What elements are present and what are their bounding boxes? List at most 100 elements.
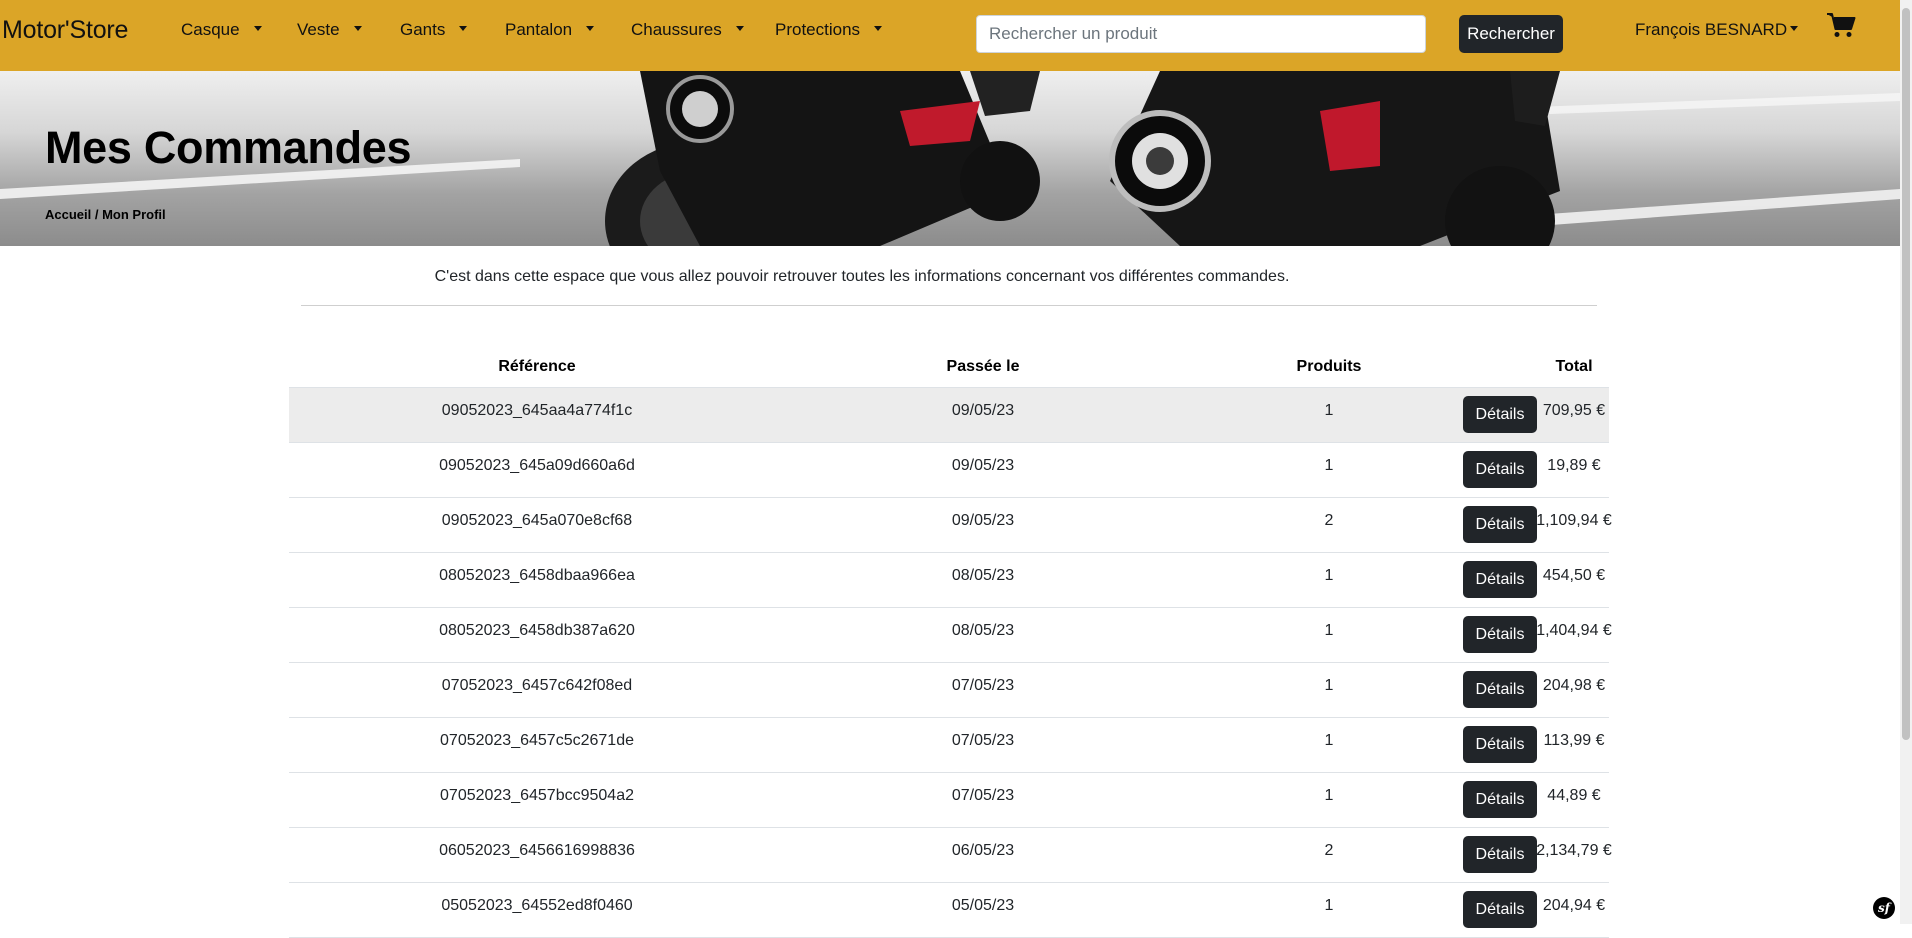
details-button[interactable]: Détails — [1463, 616, 1537, 653]
order-total: 113,99 € — [1543, 732, 1605, 749]
nav-label: Pantalon — [505, 20, 573, 39]
order-total: 709,95 € — [1542, 402, 1606, 419]
order-total: 2,134,79 € — [1536, 842, 1612, 859]
order-reference: 09052023_645a09d660a6d — [439, 457, 635, 474]
table-row: 08052023_6458db387a620 08/05/23 1 1,404,… — [289, 608, 1612, 663]
divider — [301, 305, 1597, 306]
details-button[interactable]: Détails — [1463, 396, 1537, 433]
navbar: Motor'Store Casque Veste Gants Pantalon … — [0, 0, 1912, 71]
page-scrollbar[interactable] — [1900, 0, 1912, 924]
scrollbar-thumb[interactable] — [1902, 8, 1910, 740]
table-row: 09052023_645a070e8cf68 09/05/23 2 1,109,… — [289, 498, 1612, 553]
nav-gants[interactable]: Gants — [400, 20, 468, 40]
details-button[interactable]: Détails — [1463, 561, 1537, 598]
nav-pantalon[interactable]: Pantalon — [505, 20, 595, 40]
order-date: 08/05/23 — [951, 622, 1015, 639]
order-products: 1 — [1324, 677, 1334, 694]
nav-label: Chaussures — [631, 20, 722, 39]
nav-protections[interactable]: Protections — [775, 20, 883, 40]
order-total: 454,50 € — [1542, 567, 1606, 584]
user-name: François BESNARD — [1635, 20, 1788, 39]
table-row: 07052023_6457c5c2671de 07/05/23 1 113,99… — [289, 718, 1609, 773]
table-row: 07052023_6457c642f08ed 07/05/23 1 204,98… — [289, 663, 1609, 718]
order-total: 204,94 € — [1542, 897, 1606, 914]
header-total: Total — [1555, 358, 1593, 375]
caret-down-icon — [459, 26, 468, 32]
caret-down-icon — [1790, 26, 1799, 32]
search-input[interactable] — [976, 15, 1426, 53]
header-reference: Référence — [498, 358, 576, 375]
order-reference: 08052023_6458db387a620 — [439, 622, 635, 639]
header-products: Produits — [1296, 358, 1362, 375]
order-date: 09/05/23 — [951, 457, 1015, 474]
order-products: 2 — [1324, 842, 1334, 859]
breadcrumb-home[interactable]: Accueil — [45, 207, 91, 222]
order-reference: 07052023_6457c642f08ed — [441, 677, 633, 694]
symfony-icon[interactable]: sf — [1873, 897, 1895, 919]
order-products: 1 — [1324, 567, 1334, 584]
order-total: 204,98 € — [1542, 677, 1606, 694]
order-products: 1 — [1324, 457, 1334, 474]
order-products: 1 — [1324, 897, 1334, 914]
table-row: 05052023_64552ed8f0460 05/05/23 1 204,94… — [289, 883, 1609, 938]
details-button[interactable]: Détails — [1463, 836, 1537, 873]
breadcrumb-current[interactable]: Mon Profil — [102, 207, 166, 222]
nav-label: Gants — [400, 20, 446, 39]
table-row: 08052023_6458dbaa966ea 08/05/23 1 454,50… — [289, 553, 1609, 608]
order-products: 1 — [1324, 622, 1334, 639]
order-reference: 07052023_6457c5c2671de — [440, 732, 634, 749]
table-row: 09052023_645a09d660a6d 09/05/23 1 19,89 … — [289, 443, 1609, 498]
caret-down-icon — [353, 26, 362, 32]
breadcrumb-separator: / — [91, 207, 103, 222]
table-row: 09052023_645aa4a774f1c 09/05/23 1 709,95… — [289, 387, 1609, 443]
cart-icon[interactable] — [1826, 11, 1856, 39]
nav-casque[interactable]: Casque — [181, 20, 262, 40]
order-date: 07/05/23 — [951, 677, 1015, 694]
intro-text: C'est dans cette espace que vous allez p… — [434, 268, 1290, 285]
details-button[interactable]: Détails — [1463, 451, 1537, 488]
order-total: 44,89 € — [1547, 787, 1601, 804]
order-products: 2 — [1324, 512, 1334, 529]
page-title: Mes Commandes — [45, 122, 412, 173]
brand-logo[interactable]: Motor'Store — [2, 16, 128, 45]
caret-down-icon — [735, 26, 744, 32]
user-menu[interactable]: François BESNARD — [1635, 20, 1799, 40]
order-date: 07/05/23 — [951, 787, 1015, 804]
table-row: 06052023_6456616998836 06/05/23 2 2,134,… — [289, 828, 1612, 883]
details-button[interactable]: Détails — [1463, 781, 1537, 818]
order-reference: 05052023_64552ed8f0460 — [441, 897, 633, 914]
order-reference: 09052023_645a070e8cf68 — [441, 512, 633, 529]
table-row: 07052023_6457bcc9504a2 07/05/23 1 44,89 … — [289, 773, 1609, 828]
order-date: 05/05/23 — [951, 897, 1015, 914]
order-reference: 07052023_6457bcc9504a2 — [440, 787, 634, 804]
caret-down-icon — [874, 26, 883, 32]
order-date: 08/05/23 — [951, 567, 1015, 584]
nav-label: Casque — [181, 20, 240, 39]
hero-banner: Mes Commandes Accueil / Mon Profil — [0, 71, 1900, 246]
order-products: 1 — [1324, 787, 1334, 804]
order-date: 09/05/23 — [951, 402, 1015, 419]
order-reference: 08052023_6458dbaa966ea — [439, 567, 635, 584]
search-button[interactable]: Rechercher — [1459, 15, 1563, 53]
details-button[interactable]: Détails — [1463, 506, 1537, 543]
order-date: 07/05/23 — [951, 732, 1015, 749]
details-button[interactable]: Détails — [1463, 726, 1537, 763]
details-button[interactable]: Détails — [1463, 671, 1537, 708]
breadcrumb: Accueil / Mon Profil — [45, 207, 166, 222]
order-total: 1,109,94 € — [1536, 512, 1612, 529]
nav-label: Veste — [297, 20, 340, 39]
caret-down-icon — [253, 26, 262, 32]
nav-veste[interactable]: Veste — [297, 20, 362, 40]
caret-down-icon — [586, 26, 595, 32]
order-reference: 06052023_6456616998836 — [439, 842, 635, 859]
table-header: Référence Passée le Produits Total — [289, 345, 1609, 387]
nav-label: Protections — [775, 20, 861, 39]
order-products: 1 — [1324, 402, 1334, 419]
order-total: 19,89 € — [1547, 457, 1601, 474]
order-products: 1 — [1324, 732, 1334, 749]
header-date: Passée le — [946, 358, 1020, 375]
nav-chaussures[interactable]: Chaussures — [631, 20, 744, 40]
details-button[interactable]: Détails — [1463, 891, 1537, 928]
order-reference: 09052023_645aa4a774f1c — [441, 402, 633, 419]
order-total: 1,404,94 € — [1536, 622, 1612, 639]
